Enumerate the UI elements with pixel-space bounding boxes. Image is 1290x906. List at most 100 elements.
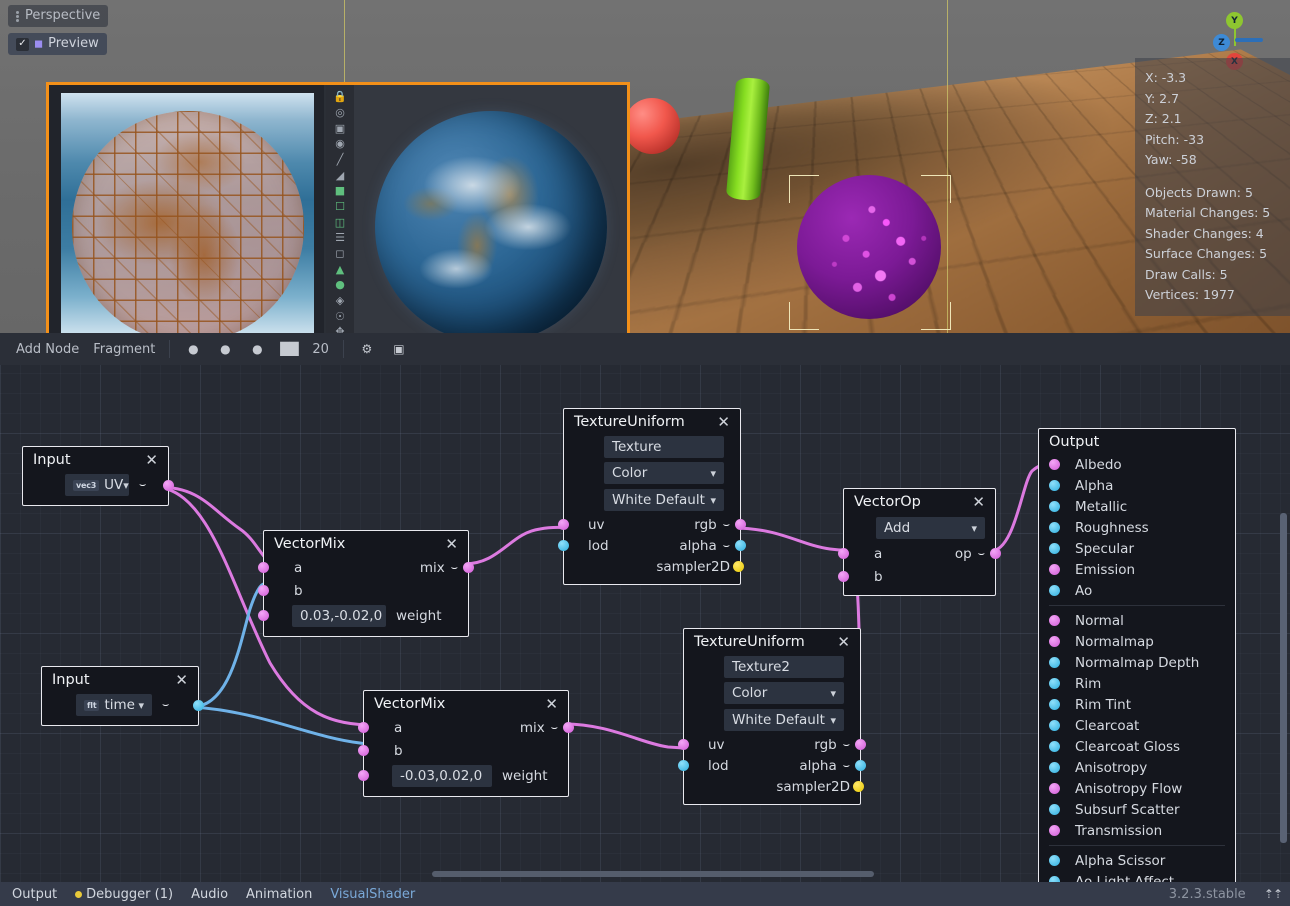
node-input-uv[interactable]: Input ✕ vec3 UV ▾ ⌣	[22, 446, 169, 506]
graph-toolbar[interactable]: Add Node Fragment ● ● ● ██ 20 ⚙ ▣	[0, 333, 1290, 365]
node-output-titlebar[interactable]: Output	[1039, 429, 1235, 454]
resize-grip-icon[interactable]: ⇡⇡	[1264, 887, 1282, 901]
bottom-tab-visualshader[interactable]: VisualShader	[330, 887, 415, 902]
port-in-lod[interactable]	[558, 540, 569, 551]
weight-value-field[interactable]: -0.03,0.02,0	[392, 765, 492, 787]
port-in-alpha[interactable]	[1049, 480, 1060, 491]
red-sphere-mesh[interactable]	[624, 98, 680, 154]
node-texture-uniform-2[interactable]: TextureUniform ✕ Texture2 Color ▾ White …	[683, 628, 861, 805]
port-in-a[interactable]	[258, 562, 269, 573]
preview-image-left[interactable]	[49, 85, 324, 369]
port-out-rgb[interactable]	[735, 519, 746, 530]
angle-icon[interactable]: ◢	[330, 169, 350, 181]
operation-select[interactable]: Add ▾	[876, 517, 985, 539]
snap-grid-icon[interactable]: ██	[280, 340, 298, 358]
texture-type-select[interactable]: Color ▾	[724, 682, 844, 704]
port-in-lod[interactable]	[678, 760, 689, 771]
port-in-roughness[interactable]	[1049, 522, 1060, 533]
port-in-subsurf-scatter[interactable]	[1049, 804, 1060, 815]
node-output[interactable]: Output AlbedoAlphaMetallicRoughnessSpecu…	[1038, 428, 1236, 882]
port-in-anisotropy-flow[interactable]	[1049, 783, 1060, 794]
unlock-icon[interactable]: ◎	[330, 107, 350, 119]
port-in-a[interactable]	[838, 548, 849, 559]
port-in-clearcoat[interactable]	[1049, 720, 1060, 731]
close-icon[interactable]: ✕	[173, 673, 190, 687]
port-in-b[interactable]	[258, 585, 269, 596]
bottom-tab-audio[interactable]: Audio	[191, 887, 228, 902]
port-out-rgb[interactable]	[855, 739, 866, 750]
checkbox-icon[interactable]: ✓	[16, 38, 29, 51]
zoom-out-icon[interactable]: ●	[184, 340, 202, 358]
chevron-down-icon[interactable]: ▾	[830, 687, 836, 700]
list-icon[interactable]: ☰	[330, 232, 350, 244]
viewport-menu-preview[interactable]: ✓ ◼ Preview	[8, 33, 107, 55]
graph-vertical-scrollbar[interactable]	[1280, 513, 1287, 843]
close-icon[interactable]: ✕	[835, 635, 852, 649]
viewport-menu-perspective[interactable]: Perspective	[8, 5, 108, 27]
port-in-anisotropy[interactable]	[1049, 762, 1060, 773]
chevron-down-icon[interactable]: ▾	[971, 522, 977, 535]
add-node-button[interactable]: Add Node	[16, 342, 79, 357]
preview-image-right[interactable]	[354, 85, 627, 369]
node-input-time-titlebar[interactable]: Input ✕	[42, 667, 198, 692]
port-in-normal[interactable]	[1049, 615, 1060, 626]
port-in-a[interactable]	[358, 722, 369, 733]
output-expand-icon[interactable]: ⌣	[723, 521, 730, 529]
color-default-select[interactable]: White Default ▾	[724, 709, 844, 731]
port-in-alpha-scissor[interactable]	[1049, 855, 1060, 866]
texture-preview-panel[interactable]: 🔒 ◎ ▣ ◉ ╱ ◢ ■ ☐ ◫ ☰ ◻ ▲ ● ◈ ☉ ✥ ◿ ▢	[46, 82, 630, 372]
port-out-uv[interactable]	[163, 480, 174, 491]
port-in-normalmap-depth[interactable]	[1049, 657, 1060, 668]
port-in-weight[interactable]	[258, 610, 269, 621]
texture-type-select[interactable]: Color ▾	[604, 462, 724, 484]
input-source-select[interactable]: vec3 UV ▾	[65, 474, 129, 496]
node-vectormix-2-titlebar[interactable]: VectorMix ✕	[364, 691, 568, 716]
port-out-mix[interactable]	[563, 722, 574, 733]
bottom-tab-animation[interactable]: Animation	[246, 887, 312, 902]
output-expand-icon[interactable]: ⌣	[162, 701, 169, 709]
input-source-select-time[interactable]: flt time ▾	[76, 694, 152, 716]
bottom-panel-bar[interactable]: Output Debugger (1) Audio Animation Visu…	[0, 882, 1290, 906]
port-in-uv[interactable]	[558, 519, 569, 530]
port-out-op[interactable]	[990, 548, 1001, 559]
close-icon[interactable]: ✕	[715, 415, 732, 429]
local-space-icon[interactable]: ☐	[330, 201, 350, 213]
port-in-weight[interactable]	[358, 770, 369, 781]
output-expand-icon[interactable]: ⌣	[978, 550, 985, 558]
gizmo-y-handle[interactable]: Y	[1226, 12, 1243, 29]
shader-stage-tab-fragment[interactable]: Fragment	[93, 342, 155, 357]
node-input-uv-titlebar[interactable]: Input ✕	[23, 447, 168, 472]
output-expand-icon[interactable]: ⌣	[843, 741, 850, 749]
port-in-ao[interactable]	[1049, 585, 1060, 596]
port-in-metallic[interactable]	[1049, 501, 1060, 512]
ungroup-icon[interactable]: ◉	[330, 138, 350, 150]
output-expand-icon[interactable]: ⌣	[843, 762, 850, 770]
snap-icon[interactable]: ■	[330, 185, 350, 197]
node-texture-uniform-2-titlebar[interactable]: TextureUniform ✕	[684, 629, 860, 654]
port-out-time[interactable]	[193, 700, 204, 711]
gizmo-icon[interactable]: ☉	[330, 310, 350, 322]
port-in-uv[interactable]	[678, 739, 689, 750]
chevron-down-icon[interactable]: ▾	[710, 467, 716, 480]
port-in-rim[interactable]	[1049, 678, 1060, 689]
port-in-rim-tint[interactable]	[1049, 699, 1060, 710]
preview-toolstrip[interactable]: 🔒 ◎ ▣ ◉ ╱ ◢ ■ ☐ ◫ ☰ ◻ ▲ ● ◈ ☉ ✥ ◿ ▢	[326, 85, 354, 369]
port-out-alpha[interactable]	[855, 760, 866, 771]
visual-shader-graph[interactable]: Add Node Fragment ● ● ● ██ 20 ⚙ ▣	[0, 333, 1290, 882]
graph-horizontal-scrollbar[interactable]	[0, 870, 1290, 878]
port-in-specular[interactable]	[1049, 543, 1060, 554]
chevron-down-icon[interactable]: ▾	[138, 699, 144, 712]
port-in-emission[interactable]	[1049, 564, 1060, 575]
output-expand-icon[interactable]: ⌣	[551, 724, 558, 732]
output-expand-icon[interactable]: ⌣	[139, 481, 146, 489]
ruler-icon[interactable]: ╱	[330, 154, 350, 166]
port-in-b[interactable]	[358, 745, 369, 756]
color-default-select[interactable]: White Default ▾	[604, 489, 724, 511]
light-icon[interactable]: ●	[330, 279, 350, 291]
close-icon[interactable]: ✕	[970, 495, 987, 509]
use-snap-icon[interactable]: ◫	[330, 216, 350, 228]
lock-icon[interactable]: 🔒	[330, 91, 350, 103]
zoom-reset-icon[interactable]: ●	[216, 340, 234, 358]
minimap-icon[interactable]: ▣	[390, 340, 408, 358]
node-texture-uniform-1-titlebar[interactable]: TextureUniform ✕	[564, 409, 740, 434]
